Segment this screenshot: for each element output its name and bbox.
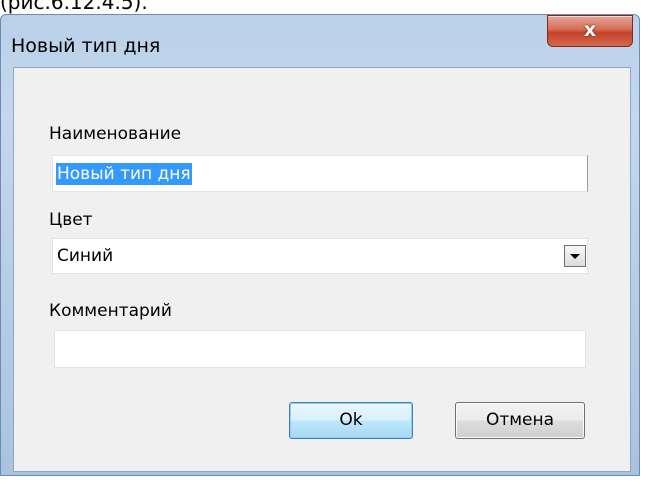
cancel-button[interactable]: Отмена xyxy=(455,402,585,439)
color-select[interactable]: Синий xyxy=(52,238,588,274)
comment-label: Комментарий xyxy=(49,301,172,321)
dialog-window: Новый тип дня x Наименование Новый тип д… xyxy=(0,14,640,476)
name-input-value: Новый тип дня xyxy=(56,163,192,185)
chevron-down-icon xyxy=(570,254,580,259)
title-bar[interactable]: Новый тип дня x xyxy=(1,15,639,67)
color-select-value: Синий xyxy=(57,246,114,266)
close-button[interactable]: x xyxy=(547,15,633,47)
color-dropdown-button[interactable] xyxy=(564,245,586,267)
name-input[interactable]: Новый тип дня xyxy=(52,155,588,192)
comment-input[interactable] xyxy=(54,330,586,368)
document-caption-fragment: (рис.6.12.4.5). xyxy=(0,0,148,14)
dialog-body: Наименование Новый тип дня Цвет Синий Ко… xyxy=(13,67,631,472)
close-icon: x xyxy=(583,19,597,41)
window-title: Новый тип дня xyxy=(11,35,161,57)
color-label: Цвет xyxy=(49,210,93,230)
page: (рис.6.12.4.5). Новый тип дня x Наименов… xyxy=(0,0,651,490)
name-label: Наименование xyxy=(49,124,182,144)
ok-button[interactable]: Ok xyxy=(289,402,413,439)
